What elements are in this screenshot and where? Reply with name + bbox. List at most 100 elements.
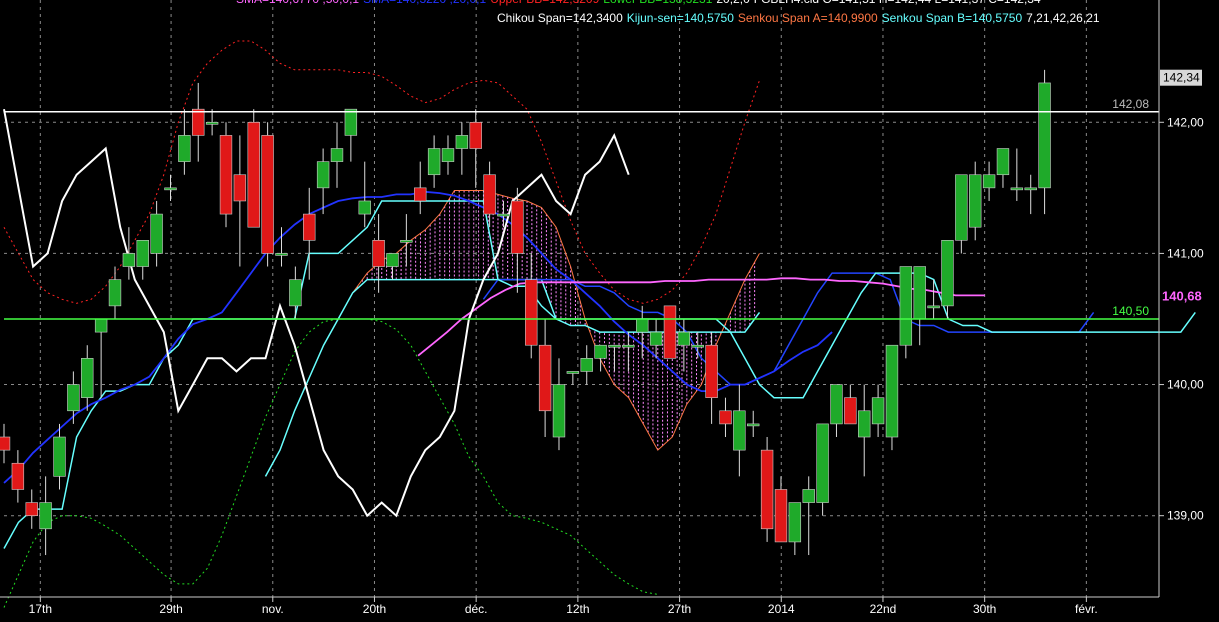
candle-up xyxy=(81,358,94,398)
candle-up xyxy=(996,148,1010,176)
candle-up xyxy=(1038,82,1051,189)
candle-down xyxy=(25,502,38,516)
x-tick-label: 27th xyxy=(668,602,691,616)
candle-up xyxy=(871,397,885,425)
sma50-value-label: 140,68 xyxy=(1162,288,1202,303)
candle-down xyxy=(760,449,774,530)
candle-up xyxy=(955,174,968,241)
candle-up xyxy=(289,279,302,307)
candle-up xyxy=(566,371,580,374)
candle-up xyxy=(552,384,566,438)
grid xyxy=(4,0,1159,597)
candle-up xyxy=(885,344,899,438)
candle-down xyxy=(11,462,25,490)
candle-up xyxy=(400,240,413,243)
header-item: FGBLH4.cld O=141,51 H=142,44 L=141,37 C=… xyxy=(754,0,1041,6)
candle-up xyxy=(441,148,455,162)
header-item: 20,2,0 xyxy=(716,0,749,6)
candle-up xyxy=(788,502,802,543)
tenkan-line xyxy=(482,272,1095,386)
candle-up xyxy=(1024,187,1037,191)
horizontal-line-label: 140,50 xyxy=(1112,304,1149,318)
x-tick-label: 30th xyxy=(973,602,996,616)
candle-up xyxy=(580,358,593,372)
indicator-lines xyxy=(3,40,1196,608)
candle-down xyxy=(844,397,857,425)
candle-up xyxy=(330,148,344,162)
candle-down xyxy=(233,174,247,202)
candle-up xyxy=(53,436,66,477)
y-tick-label: 142,00 xyxy=(1167,115,1204,129)
header-item: Kijun-sen=140,5750 xyxy=(626,11,734,25)
candle-up xyxy=(747,423,760,427)
candle-down xyxy=(469,121,482,149)
x-tick-label: 12th xyxy=(566,602,589,616)
x-tick-label: nov. xyxy=(262,602,284,616)
chart-root: 142,08 140,50 139,00 140,00 141,00 142,00 17t… xyxy=(0,0,1219,617)
indicator-header-line-2: Chikou Span=142,3400 Kijun-sen=140,5750 Se… xyxy=(497,11,1104,25)
candle-up xyxy=(164,187,177,191)
candle-up xyxy=(427,148,441,176)
x-tick-label: 2014 xyxy=(768,602,795,616)
candles xyxy=(0,69,1051,556)
candle-up xyxy=(691,344,704,348)
header-item: Upper BB=142,3209 xyxy=(490,0,599,6)
candle-up xyxy=(386,253,399,267)
candle-down xyxy=(414,187,427,202)
candle-down xyxy=(219,135,233,215)
candle-up xyxy=(94,318,108,333)
candle-up xyxy=(358,200,371,215)
x-tick-label: 17th xyxy=(29,602,52,616)
candle-up xyxy=(136,240,149,267)
candle-up xyxy=(969,174,982,228)
candle-up xyxy=(1010,187,1024,191)
ichimoku-chart[interactable]: 142,08 140,50 139,00 140,00 141,00 142,00 17t… xyxy=(0,0,1219,617)
header-item: Chikou Span=142,3400 xyxy=(497,11,623,25)
candle-up xyxy=(67,384,80,412)
y-tick-label: 139,00 xyxy=(1167,509,1204,523)
header-item: Senkou Span B=140,5750 xyxy=(881,11,1023,25)
candle-up xyxy=(497,213,510,217)
candle-up xyxy=(122,253,136,267)
header-item: SMA=140,3220 ,20,0,1 xyxy=(363,0,486,6)
candle-up xyxy=(733,410,746,451)
candle-up xyxy=(927,305,940,309)
y-tick-label: 141,00 xyxy=(1167,246,1204,260)
header-item: 7,21,42,26,21 xyxy=(1026,11,1100,25)
candle-up xyxy=(150,213,163,254)
x-tick-label: févr. xyxy=(1075,602,1098,616)
candle-up xyxy=(608,344,621,348)
header-item: Lower BB=138,3231 xyxy=(603,0,712,6)
candle-up xyxy=(455,135,469,149)
candle-down xyxy=(705,344,718,398)
candle-up xyxy=(344,108,358,136)
candle-up xyxy=(830,384,843,425)
candle-up xyxy=(982,174,996,189)
candle-up xyxy=(913,266,926,320)
horizontal-line-label: 142,08 xyxy=(1112,97,1149,111)
candle-up xyxy=(594,344,607,359)
candle-down xyxy=(538,344,552,412)
x-tick-label: 29th xyxy=(159,602,182,616)
candle-up xyxy=(636,318,649,333)
candle-down xyxy=(774,489,788,543)
candle-up xyxy=(205,121,219,125)
horizontal-lines: 142,08 140,50 xyxy=(4,97,1159,320)
candle-up xyxy=(275,253,288,256)
candle-up xyxy=(858,410,871,438)
candle-up xyxy=(39,502,52,530)
candle-up xyxy=(899,266,913,346)
candle-down xyxy=(192,108,205,136)
candle-up xyxy=(941,240,954,307)
price-label: 142,34 xyxy=(1163,71,1200,85)
candle-up xyxy=(802,489,815,503)
header-item: Senkou Span A=140,9900 xyxy=(737,11,878,25)
candle-down xyxy=(483,174,496,215)
senkou-span-b-line xyxy=(264,278,761,477)
candle-down xyxy=(525,279,538,346)
x-tick-label: déc. xyxy=(465,602,488,616)
header-item: SMA=140,6770 ,50,0,1 xyxy=(236,0,359,6)
candle-up xyxy=(622,344,635,348)
candle-down xyxy=(719,410,732,425)
x-tick-label: 22nd xyxy=(870,602,897,616)
